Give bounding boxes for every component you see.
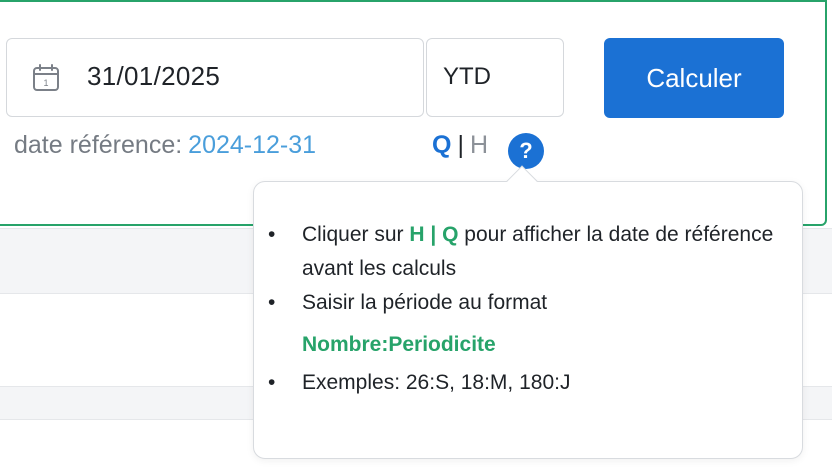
question-circle-icon[interactable]: ? xyxy=(508,133,544,169)
period-toggle: Q | H xyxy=(432,131,488,160)
reference-date-label: date référence: xyxy=(14,131,183,159)
reference-date-value: 2024-12-31 xyxy=(188,131,317,159)
tooltip-item: • Exemples: 26:S, 18:M, 180:J xyxy=(268,371,571,394)
tooltip-item2-format: Nombre:Periodicite xyxy=(302,333,496,356)
period-value: YTD xyxy=(443,63,491,90)
tooltip-item: • Cliquer sur H | Q pour afficher la dat… xyxy=(268,223,774,280)
calendar-icon: 1 xyxy=(33,64,59,91)
svg-text:1: 1 xyxy=(43,78,48,88)
toggle-h[interactable]: H xyxy=(470,131,488,159)
tooltip-list: • Cliquer sur H | Q pour afficher la dat… xyxy=(268,218,782,400)
tooltip-item2: Saisir la période au format xyxy=(302,291,548,314)
reference-date-line: date référence: 2024-12-31 xyxy=(14,131,316,160)
tooltip-item1-hq: H | Q xyxy=(409,223,459,246)
help-glyph: ? xyxy=(519,138,533,163)
help-tooltip: • Cliquer sur H | Q pour afficher la dat… xyxy=(253,165,803,459)
toggle-separator: | xyxy=(457,131,464,159)
calculate-button[interactable]: Calculer xyxy=(604,38,784,118)
tooltip-item: • Saisir la période au format Nombre:Per… xyxy=(268,286,782,362)
date-field[interactable]: 1 31/01/2025 xyxy=(6,38,424,117)
period-field[interactable]: YTD xyxy=(426,38,564,117)
date-value: 31/01/2025 xyxy=(87,61,221,91)
tooltip-item1-before: Cliquer sur xyxy=(302,223,404,246)
tooltip-item3: Exemples: 26:S, 18:M, 180:J xyxy=(302,371,571,394)
toggle-q[interactable]: Q xyxy=(432,131,451,159)
